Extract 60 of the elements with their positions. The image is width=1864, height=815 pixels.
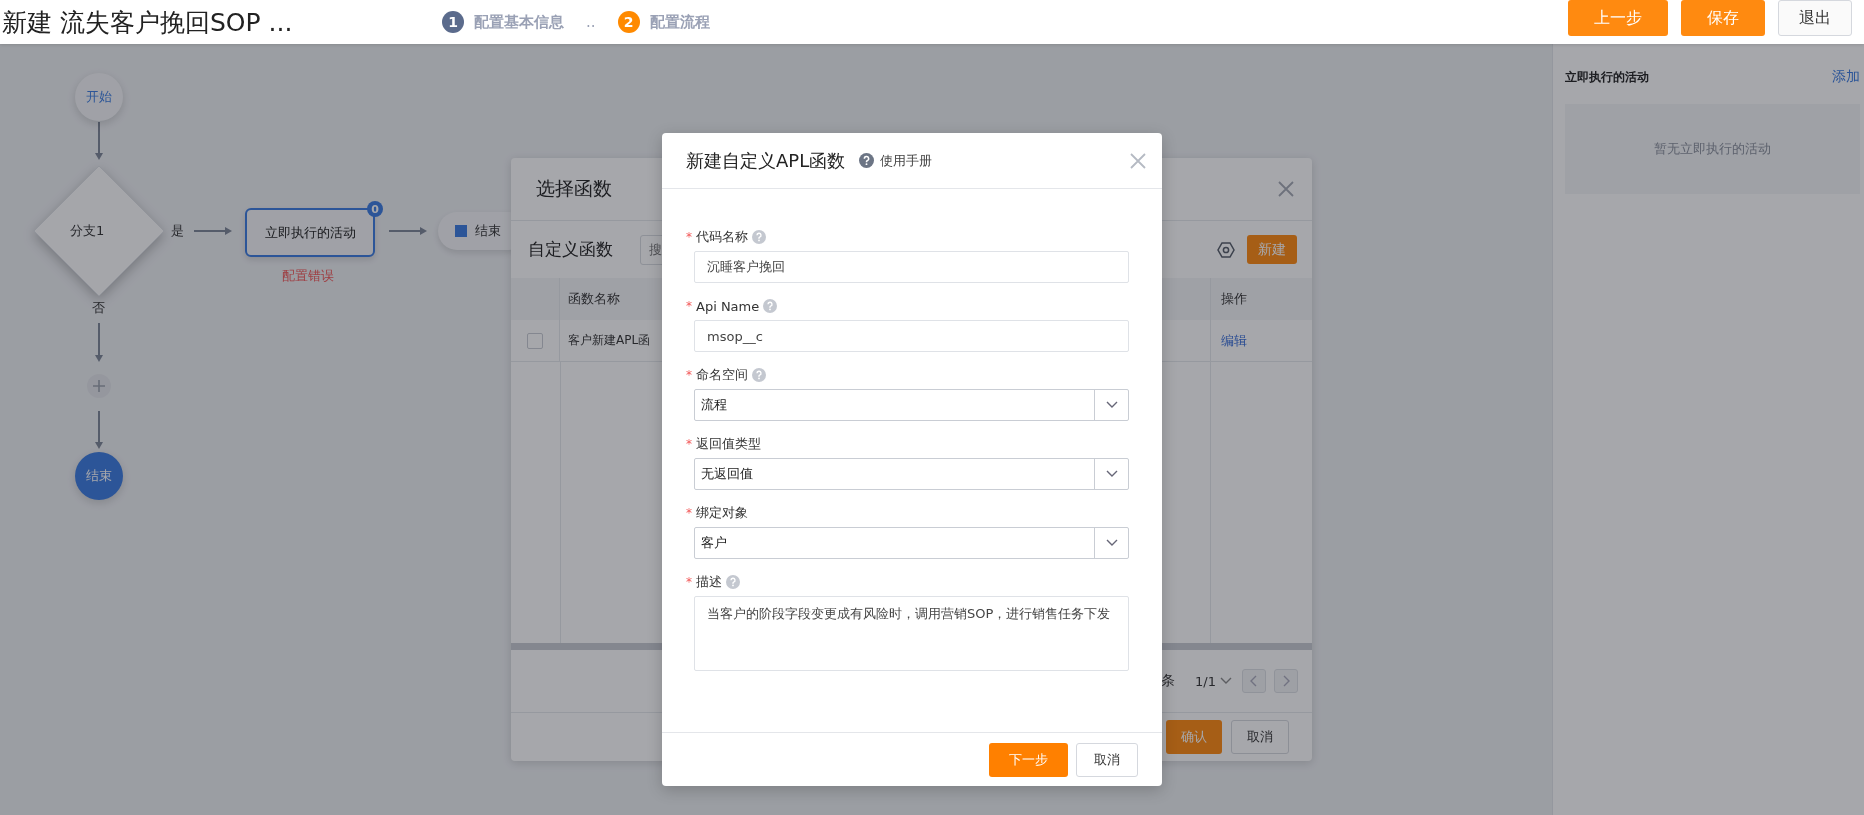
field-label: Api Name [696,298,760,314]
required-mark: * [686,437,692,451]
input-field[interactable]: 沉睡客户挽回 [694,251,1129,283]
dropdown-field[interactable]: 流程 [694,389,1129,421]
branch-node[interactable] [33,165,165,297]
edit-link[interactable]: 编辑 [1221,331,1247,350]
flow-arrow [95,121,103,160]
empty-state: 暂无立即执行的活动 [1565,104,1860,194]
field-label: 命名空间 [696,366,748,384]
flow-arrow [95,410,103,449]
field-label: 返回值类型 [696,435,761,453]
flow-arrow [193,227,232,235]
pagination-count: 条 [1161,672,1176,690]
dropdown-field[interactable]: 客户 [694,527,1129,559]
close-icon[interactable] [1130,152,1146,169]
page-title: 新建 流失客户挽回SOP ... [2,6,294,39]
table-cell: 客户新建APL函 [568,332,651,349]
modal-button[interactable]: 取消 [1076,742,1138,777]
required-mark: * [686,575,692,589]
field-label: 绑定对象 [696,504,748,522]
dialog-title: 选择函数 [536,176,612,201]
text-area[interactable]: 当客户的阶段字段变更成有风险时，调用营销SOP，进行销售任务下发 [694,596,1129,671]
panel-title: 立即执行的活动 [1565,68,1649,86]
help-icon[interactable] [859,153,875,168]
prev-page-button[interactable] [1242,669,1266,693]
header-button[interactable]: 退出 [1778,0,1852,36]
column-header: 操作 [1220,290,1248,308]
branch-label: 否 [92,299,105,317]
checkbox[interactable] [527,332,543,349]
field-label: 代码名称 [696,228,748,246]
dialog-button[interactable]: 取消 [1231,720,1289,754]
flow-arrow [388,227,427,235]
count-badge: 0 [367,201,383,217]
node-label: 分支1 [70,222,105,240]
step-number: 1 [442,11,464,33]
close-icon[interactable] [1278,181,1294,197]
step-separator: .. [586,13,596,31]
required-mark: * [686,230,692,244]
stop-icon [455,225,467,237]
flow-arrow [95,322,103,362]
required-mark: * [686,506,692,520]
end-node[interactable]: 结束 [75,452,123,500]
manual-link[interactable]: 使用手册 [880,151,933,170]
hexagon-settings-icon[interactable] [1217,240,1235,259]
required-mark: * [686,368,692,382]
branch-label: 是 [171,222,184,240]
step-number: 2 [617,11,640,33]
page-select[interactable]: 1/1 [1195,673,1234,689]
error-text: 配置错误 [282,267,334,285]
add-link[interactable]: 添加 [1832,68,1860,86]
section-title: 自定义函数 [528,238,614,261]
dropdown-field[interactable]: 无返回值 [694,458,1129,490]
node-label: 结束 [475,222,501,240]
modal-title: 新建自定义APL函数 [686,148,846,173]
column-header: 函数名称 [568,290,620,308]
add-node-icon[interactable] [87,374,111,398]
input-field[interactable]: msop__c [694,320,1129,352]
required-mark: * [686,299,692,313]
field-label: 描述 [696,573,722,591]
next-page-button[interactable] [1274,669,1298,693]
